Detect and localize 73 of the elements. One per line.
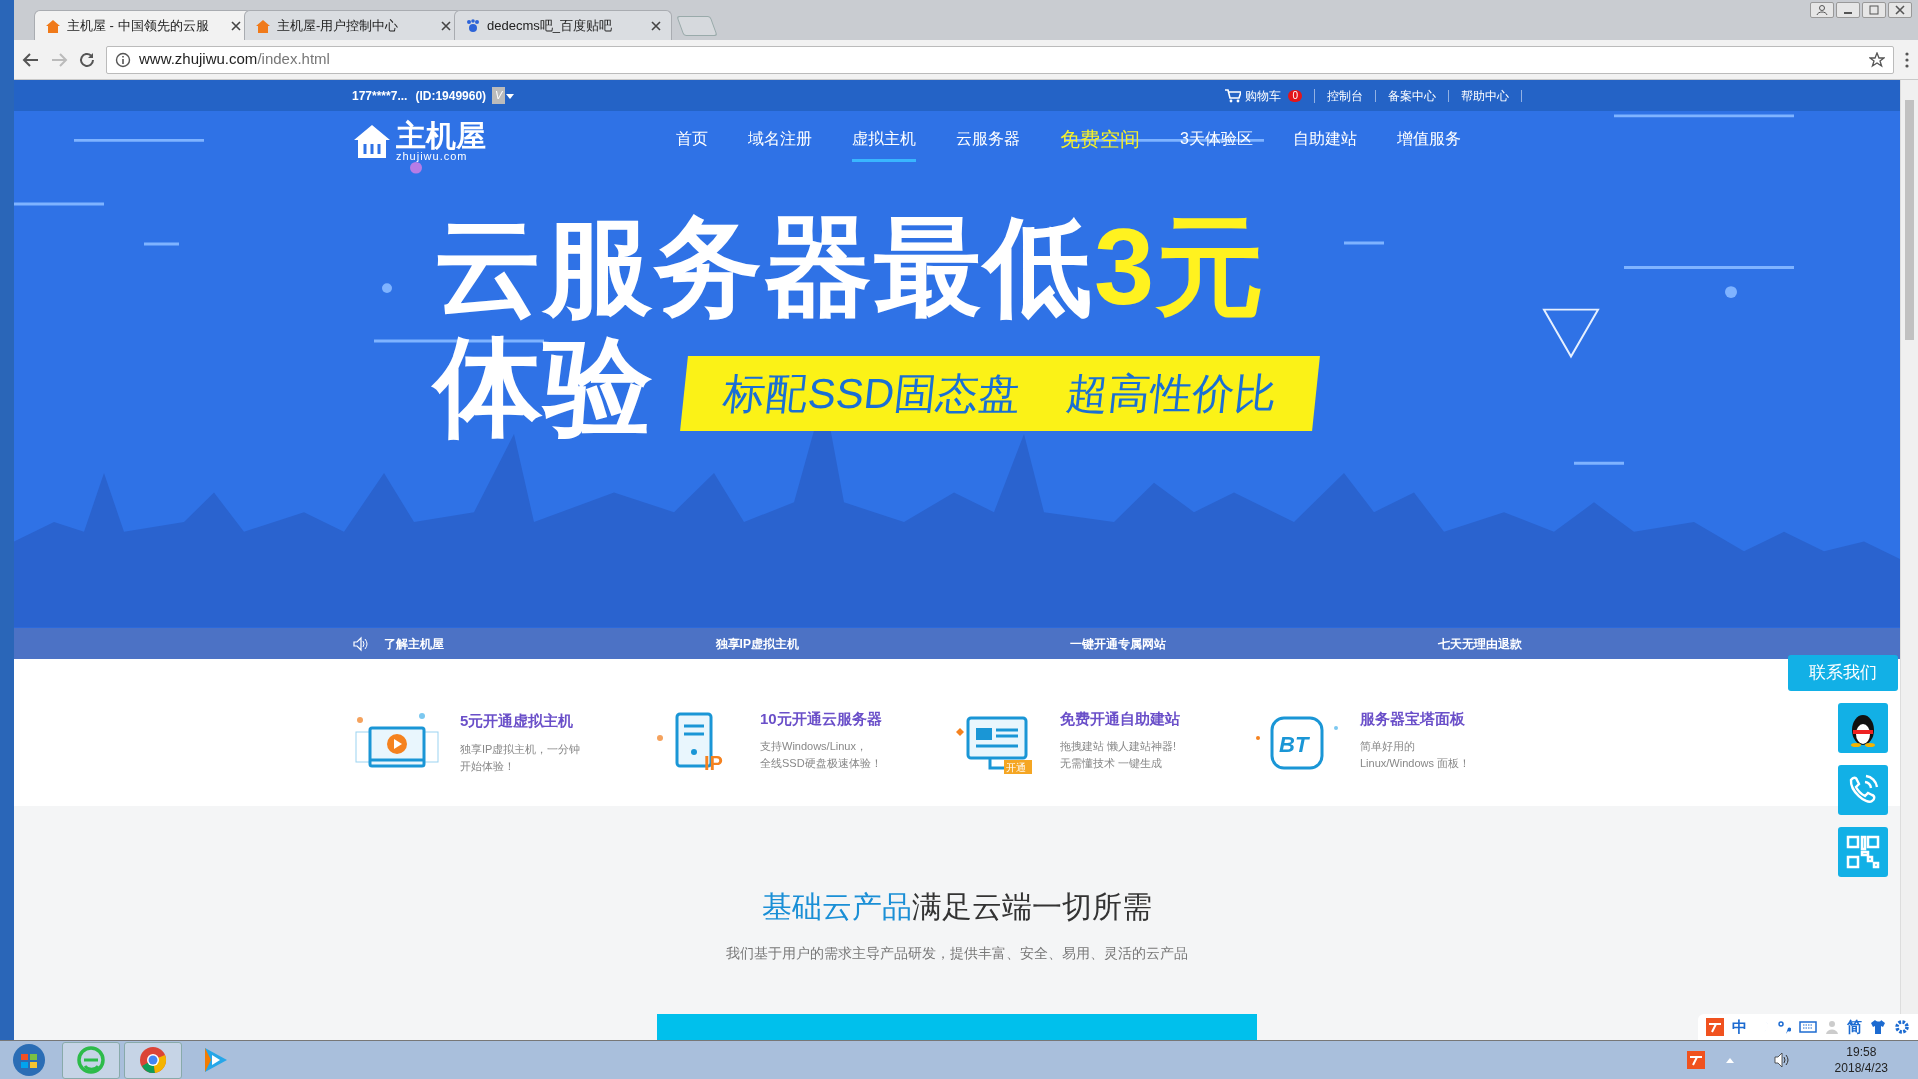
- address-bar[interactable]: www.zhujiwu.com/index.html: [106, 45, 1894, 74]
- phone-button[interactable]: [1838, 765, 1888, 815]
- feature-description: 拖拽建站 懒人建站神器! 无需懂技术 一键生成: [1060, 739, 1178, 772]
- headline: 云服务器最低3元: [434, 207, 1268, 328]
- strip-link[interactable]: 独享IP虚拟主机: [715, 634, 799, 653]
- windows-logo-icon: [12, 1043, 46, 1077]
- nav-link[interactable]: 域名注册: [748, 120, 812, 162]
- reload-icon[interactable]: [78, 50, 96, 69]
- punctuation-icon[interactable]: [1777, 1018, 1791, 1035]
- nav-link[interactable]: 云服务器: [956, 120, 1020, 162]
- vip-badge: V: [492, 87, 506, 104]
- volume-icon[interactable]: [1772, 1052, 1791, 1068]
- menu-icon[interactable]: [1904, 50, 1910, 69]
- star-icon[interactable]: [1869, 51, 1885, 68]
- scrollbar-thumb[interactable]: [1905, 100, 1914, 340]
- settings-icon[interactable]: [1894, 1018, 1910, 1035]
- user-name[interactable]: 177****7...: [352, 86, 408, 105]
- strip-link[interactable]: 了解主机屋: [384, 634, 444, 653]
- promo-ribbon: 标配SSD固态盘 超高性价比: [680, 355, 1321, 431]
- paw-icon: [465, 17, 481, 34]
- chrome-icon: [138, 1045, 168, 1075]
- speaker-icon: [352, 635, 368, 652]
- close-icon[interactable]: [441, 20, 451, 31]
- input-method-tray-icon[interactable]: [1686, 1051, 1705, 1069]
- logo-name: 主机屋: [396, 120, 486, 151]
- url-text: www.zhujiwu.com/index.html: [139, 49, 330, 70]
- section-heading: 基础云产品满足云端一切所需: [762, 889, 1152, 925]
- house-icon: [45, 17, 61, 34]
- feature-title[interactable]: 5元开通虚拟主机: [460, 710, 581, 733]
- feature-title[interactable]: 免费开通自助建站: [1060, 707, 1180, 731]
- close-icon[interactable]: [231, 20, 241, 31]
- user-icon[interactable]: [1815, 4, 1829, 16]
- clock[interactable]: 19:58 2018/4/23: [1834, 1044, 1888, 1076]
- nav-link[interactable]: 自助建站: [1292, 120, 1357, 162]
- keyboard-icon[interactable]: [1799, 1019, 1817, 1034]
- feature-description: 简单好用的 Linux/Windows 面板！: [1360, 739, 1471, 772]
- feature-title[interactable]: 服务器宝塔面板: [1360, 707, 1471, 731]
- script-toggle[interactable]: 简: [1847, 1015, 1862, 1038]
- caret-icon[interactable]: [505, 91, 516, 100]
- maximize-icon[interactable]: [1867, 4, 1881, 16]
- shirt-icon[interactable]: [1870, 1018, 1886, 1035]
- top-link[interactable]: 购物车 0: [1213, 88, 1315, 103]
- qr-code-button[interactable]: [1838, 827, 1888, 877]
- section-subtitle: 我们基于用户的需求主导产品研发，提供丰富、安全、易用、灵活的云产品: [726, 944, 1188, 963]
- top-link[interactable]: 控制台: [1315, 89, 1376, 102]
- top-link[interactable]: 备案中心: [1376, 89, 1449, 102]
- nav-link[interactable]: 增值服务: [1396, 120, 1461, 162]
- nav-link[interactable]: 首页: [676, 120, 708, 162]
- back-icon[interactable]: [22, 50, 40, 69]
- user-id: (ID:1949960): [415, 87, 487, 105]
- input-mode-toggle[interactable]: 中: [1732, 1015, 1747, 1038]
- logo-subtitle: zhujiwu.com: [396, 150, 469, 162]
- close-icon[interactable]: [1893, 4, 1907, 16]
- nav-link[interactable]: 免费空间: [1060, 117, 1140, 165]
- count-badge: 0: [1288, 89, 1302, 102]
- info-icon: [115, 51, 131, 68]
- nav-link[interactable]: 虚拟主机: [852, 120, 916, 162]
- feature-description: 独享IP虚拟主机，一分钟 开始体验！: [460, 741, 581, 774]
- cart-icon: [1225, 88, 1242, 103]
- input-method-logo-icon: [1706, 1017, 1724, 1036]
- close-icon[interactable]: [651, 20, 661, 31]
- top-link[interactable]: 帮助中心: [1449, 89, 1522, 102]
- taskbar-button[interactable]: [124, 1041, 182, 1079]
- house-logo-icon: [352, 122, 392, 161]
- feature-description: 支持Windows/Linux， 全线SSD硬盘极速体验！: [760, 739, 882, 772]
- feature-title[interactable]: 10元开通云服务器: [760, 707, 882, 731]
- strip-link[interactable]: 七天无理由退款: [1438, 634, 1522, 653]
- house-icon: [255, 17, 271, 34]
- browser-e-icon: [76, 1045, 106, 1075]
- nav-link[interactable]: 3天体验区: [1180, 120, 1253, 162]
- browser-tab[interactable]: dedecms吧_百度贴吧: [454, 10, 672, 40]
- strip-link[interactable]: 一键开通专属网站: [1070, 634, 1167, 653]
- penguin-button[interactable]: [1838, 703, 1888, 753]
